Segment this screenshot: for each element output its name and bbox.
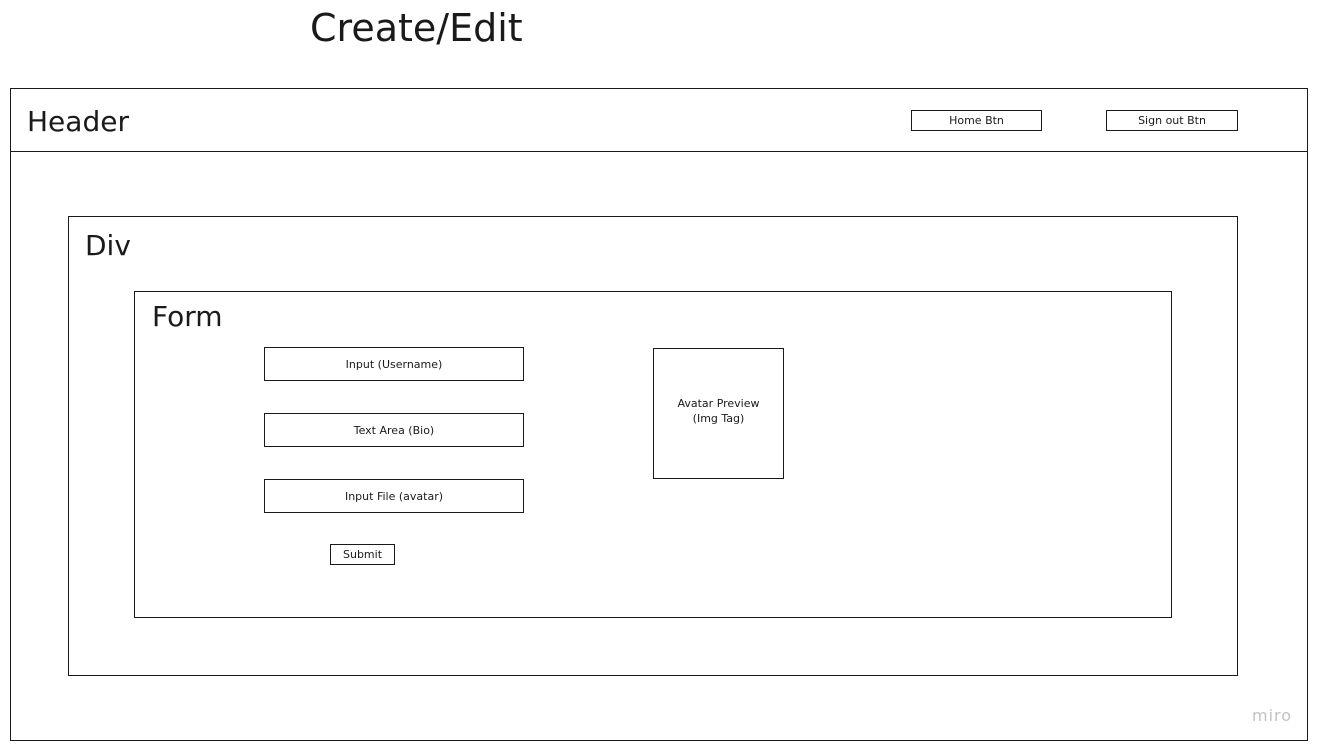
avatar-file-input[interactable]: Input File (avatar)	[264, 479, 524, 513]
page-title: Create/Edit	[310, 6, 523, 50]
avatar-preview-sublabel: (Img Tag)	[692, 411, 745, 425]
avatar-preview-label: Avatar Preview	[677, 396, 760, 410]
miro-watermark: miro	[1252, 706, 1293, 725]
avatar-preview: Avatar Preview (Img Tag)	[653, 348, 784, 479]
div-label: Div	[85, 229, 131, 262]
form-label: Form	[152, 300, 223, 333]
header-label: Header	[27, 105, 129, 138]
bio-textarea[interactable]: Text Area (Bio)	[264, 413, 524, 447]
sign-out-button[interactable]: Sign out Btn	[1106, 110, 1238, 131]
username-input[interactable]: Input (Username)	[264, 347, 524, 381]
home-button[interactable]: Home Btn	[911, 110, 1042, 131]
submit-button[interactable]: Submit	[330, 544, 395, 565]
